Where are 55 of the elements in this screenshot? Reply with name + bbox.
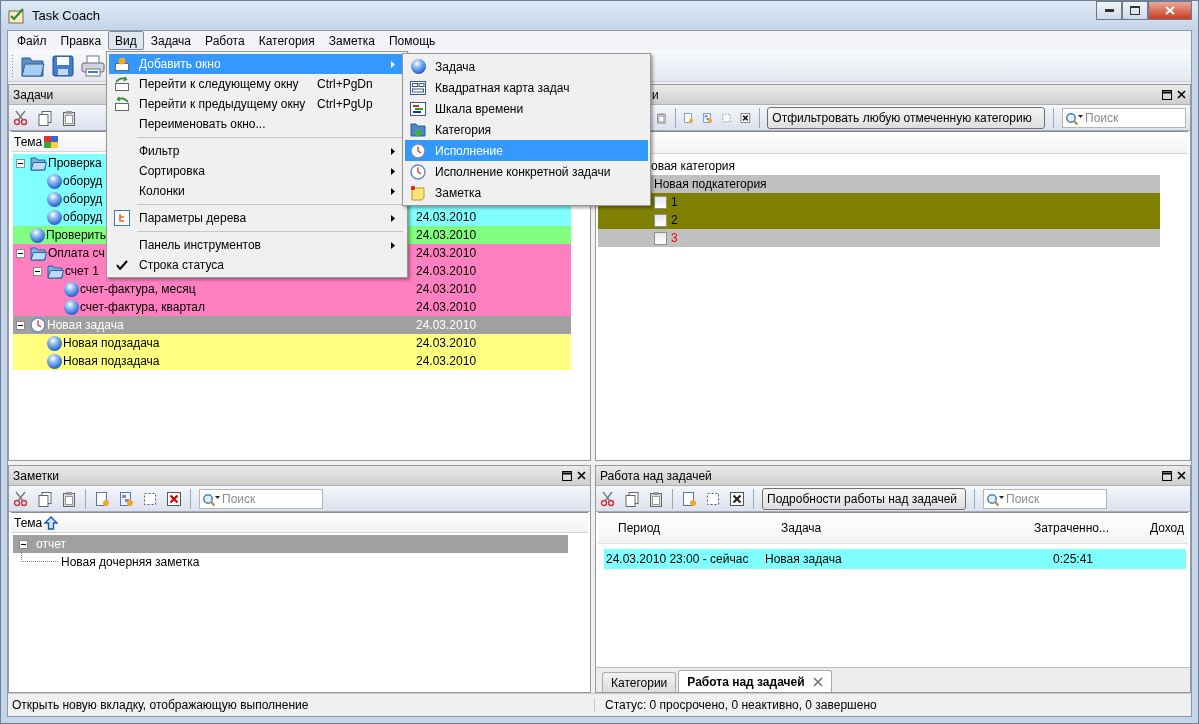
menu-label: Задача xyxy=(434,59,477,74)
task-title: Новая подзадача xyxy=(63,354,160,368)
task-title: оборуд xyxy=(63,210,103,224)
category-name: 3 xyxy=(671,231,678,245)
date-text: 24.03.2010 xyxy=(416,264,477,278)
task-title: Проверить xyxy=(46,228,106,242)
date-text: 24.03.2010 xyxy=(416,228,477,242)
task-title: счет-фактура, квартал xyxy=(80,300,205,314)
note-title: отчет xyxy=(36,537,66,551)
table-cell-text: Новая задача xyxy=(764,552,843,566)
menu-label: Переименовать окно... xyxy=(138,117,267,131)
menu-label: Добавить окно xyxy=(138,57,222,71)
menu-label: Заметка xyxy=(434,185,483,200)
panel-title: Задачи xyxy=(13,87,54,102)
task-title: оборуд xyxy=(63,174,103,188)
menu-label: Исполнение xyxy=(434,143,504,158)
panel-title: и xyxy=(652,87,659,102)
menu-label: Панель инструментов xyxy=(138,238,262,252)
shortcut-text: Ctrl+PgDn xyxy=(317,77,374,91)
panel-title: Работа над задачей xyxy=(600,468,712,483)
menu-label: Шкала времени xyxy=(434,101,525,116)
category-name: 2 xyxy=(671,213,678,227)
menu-label: Параметры дерева xyxy=(138,211,248,225)
date-text: 24.03.2010 xyxy=(416,210,477,224)
date-text: 24.03.2010 xyxy=(416,246,477,260)
task-title: оборуд xyxy=(63,192,103,206)
menu-label: Категория xyxy=(434,122,493,137)
category-name: Новая подкатегория xyxy=(654,177,767,191)
task-title: Новая задача xyxy=(47,318,124,332)
date-text: 24.03.2010 xyxy=(416,318,477,332)
table-cell-text: 24.03.2010 23:00 - сейчас xyxy=(605,552,750,566)
category-name: 1 xyxy=(671,195,678,209)
menu-label: Фильтр xyxy=(138,144,181,158)
window-title: Task Coach xyxy=(32,8,100,23)
table-cell-text: 0:25:41 xyxy=(1051,552,1094,566)
task-title: Проверка xyxy=(48,156,102,170)
status-message: Открыть новую вкладку, отображающую выполнение xyxy=(11,698,310,712)
date-text: 24.03.2010 xyxy=(416,300,477,314)
menu-label: Перейти к следующему окну xyxy=(138,77,300,91)
date-text: 24.03.2010 xyxy=(416,354,477,368)
task-title: счет 1 xyxy=(65,264,99,278)
task-title: счет-фактура, месяц xyxy=(80,282,196,296)
task-title: Оплата сч xyxy=(48,246,105,260)
menu-label: Колонки xyxy=(138,184,186,198)
menu-label: Сортировка xyxy=(138,164,206,178)
shortcut-text: Ctrl+PgUp xyxy=(317,97,374,111)
menu-label: Перейти к предыдущему окну xyxy=(138,97,307,111)
date-text: 24.03.2010 xyxy=(416,282,477,296)
status-text: Статус: 0 просрочено, 0 неактивно, 0 завершено xyxy=(594,698,877,712)
menu-label: Строка статуса xyxy=(138,258,225,272)
task-title: Новая подзадача xyxy=(63,336,160,350)
date-text: 24.03.2010 xyxy=(416,336,477,350)
menu-label: Исполнение конкретной задачи xyxy=(434,164,612,179)
panel-title: Заметки xyxy=(13,468,59,483)
menu-label: Квадратная карта задач xyxy=(434,80,571,95)
